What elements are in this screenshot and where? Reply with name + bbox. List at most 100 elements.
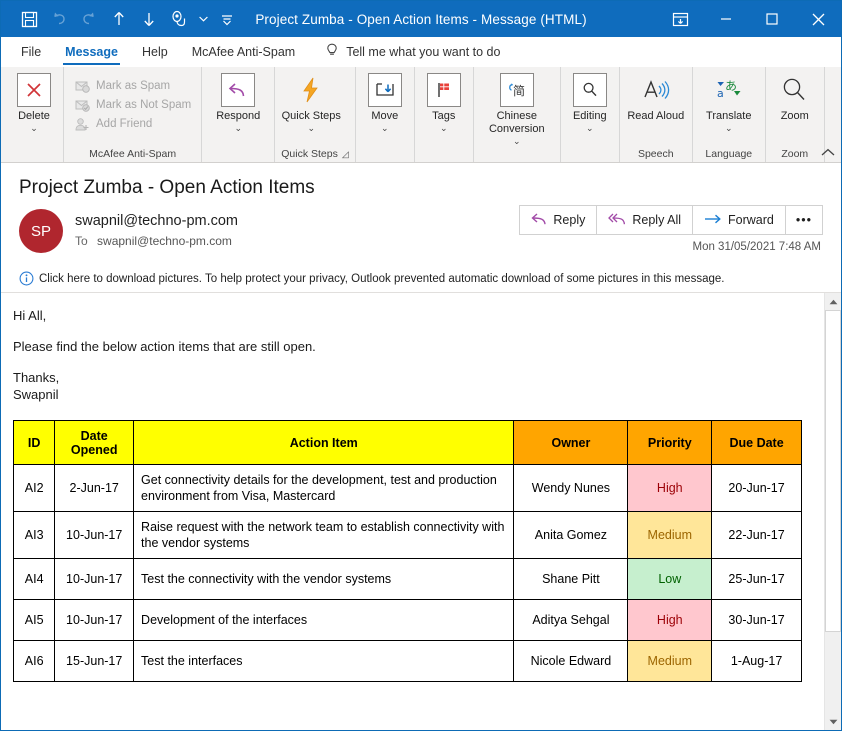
delete-chevron-down-icon[interactable]: ⌄ — [30, 123, 38, 133]
minimize-icon[interactable] — [703, 1, 749, 37]
ribbon-group-speech: Read Aloud Speech — [620, 67, 693, 162]
page-title: Project Zumba - Open Action Items — [19, 177, 823, 199]
recipient-email[interactable]: swapnil@techno-pm.com — [97, 234, 232, 248]
reply-all-button[interactable]: Reply All — [596, 205, 693, 235]
cell-due-date: 25-Jun-17 — [712, 559, 802, 600]
greeting-paragraph: Hi All, — [13, 307, 806, 324]
touch-mode-chevron-down-icon[interactable] — [195, 5, 211, 33]
tell-me-search[interactable]: Tell me what you want to do — [325, 43, 500, 62]
ribbon-group-label-move — [356, 146, 414, 162]
tab-help[interactable]: Help — [130, 41, 180, 64]
read-aloud-button[interactable]: Read Aloud — [620, 71, 692, 123]
ribbon-display-options-icon[interactable] — [657, 1, 703, 37]
tab-message[interactable]: Message — [53, 41, 130, 64]
chinese-conversion-button[interactable]: 简 Chinese Conversion ⌄ — [474, 71, 560, 146]
tags-button[interactable]: Tags ⌄ — [415, 71, 473, 133]
info-bar-text: Click here to download pictures. To help… — [39, 273, 724, 285]
intro-paragraph: Please find the below action items that … — [13, 338, 806, 355]
ribbon-group-editing: Editing ⌄ — [561, 67, 620, 162]
svg-text:简: 简 — [513, 84, 525, 98]
message-header: Project Zumba - Open Action Items SP swa… — [1, 163, 841, 253]
reply-button[interactable]: Reply — [519, 205, 597, 235]
column-header-due-date: Due Date — [712, 421, 802, 465]
maximize-icon[interactable] — [749, 1, 795, 37]
message-body: Hi All, Please find the below action ite… — [1, 293, 824, 730]
cell-action-item: Development of the interfaces — [134, 600, 514, 641]
quick-steps-chevron-down-icon[interactable]: ⌄ — [307, 123, 315, 133]
scrollbar-down-arrow-icon[interactable] — [825, 713, 841, 730]
move-chevron-down-icon[interactable]: ⌄ — [381, 123, 389, 133]
translate-chevron-down-icon[interactable]: ⌄ — [725, 123, 733, 133]
vertical-scrollbar[interactable] — [824, 293, 841, 730]
collapse-ribbon-icon[interactable] — [821, 146, 835, 160]
next-item-icon[interactable] — [135, 5, 163, 33]
cell-date-opened: 15-Jun-17 — [55, 641, 134, 682]
zoom-button[interactable]: Zoom — [766, 71, 824, 123]
sender-email[interactable]: swapnil@techno-pm.com — [75, 211, 238, 231]
customize-quick-access-toolbar-icon[interactable] — [213, 5, 241, 33]
cell-date-opened: 2-Jun-17 — [55, 465, 134, 512]
previous-item-icon[interactable] — [105, 5, 133, 33]
more-actions-button[interactable]: ••• — [785, 205, 823, 235]
column-header-date-opened: Date Opened — [55, 421, 134, 465]
flag-tag-icon — [427, 73, 461, 107]
tab-file[interactable]: File — [9, 41, 53, 64]
zoom-label: Zoom — [781, 110, 809, 123]
save-icon[interactable] — [15, 5, 43, 33]
table-row: AI615-Jun-17Test the interfacesNicole Ed… — [14, 641, 802, 682]
status-badge: High — [628, 465, 712, 512]
cell-action-item: Test the interfaces — [134, 641, 514, 682]
column-header-priority: Priority — [628, 421, 712, 465]
delete-label: Delete — [18, 110, 50, 123]
quick-steps-button[interactable]: Quick Steps ⌄ — [275, 71, 347, 133]
translate-label: Translate — [706, 110, 751, 123]
scrollbar-thumb[interactable] — [825, 310, 841, 632]
respond-reply-icon — [221, 73, 255, 107]
tab-mcafee-anti-spam[interactable]: McAfee Anti-Spam — [180, 41, 308, 64]
ribbon-group-label-respond — [202, 146, 274, 162]
delete-button[interactable]: Delete ⌄ — [5, 71, 63, 133]
forward-button[interactable]: Forward — [692, 205, 786, 235]
add-friend-button: Add Friend — [70, 115, 195, 133]
translate-button[interactable]: aあ Translate ⌄ — [693, 71, 765, 133]
cell-date-opened: 10-Jun-17 — [55, 600, 134, 641]
window-controls — [657, 1, 841, 37]
cell-due-date: 1-Aug-17 — [712, 641, 802, 682]
quick-steps-group-text: Quick Steps — [281, 146, 338, 162]
mark-as-spam-icon — [74, 78, 90, 94]
cell-due-date: 20-Jun-17 — [712, 465, 802, 512]
ribbon-group-tags: Tags ⌄ — [415, 67, 474, 162]
tags-chevron-down-icon[interactable]: ⌄ — [440, 123, 448, 133]
editing-button[interactable]: Editing ⌄ — [561, 71, 619, 133]
cell-owner: Shane Pitt — [514, 559, 628, 600]
touch-mouse-mode-icon[interactable] — [165, 5, 193, 33]
move-button[interactable]: Move ⌄ — [356, 71, 414, 133]
mark-as-spam-button: Mark as Spam — [70, 77, 195, 95]
avatar[interactable]: SP — [19, 209, 63, 253]
close-icon[interactable] — [795, 1, 841, 37]
mark-as-not-spam-button: Mark as Not Spam — [70, 96, 195, 114]
chinese-conversion-icon: 简 — [500, 73, 534, 107]
respond-button[interactable]: Respond ⌄ — [202, 71, 274, 133]
message-timestamp: Mon 31/05/2021 7:48 AM — [692, 241, 821, 253]
recipient-line: To swapnil@techno-pm.com — [75, 234, 238, 248]
scrollbar-track[interactable] — [825, 310, 841, 713]
download-pictures-info-bar[interactable]: Click here to download pictures. To help… — [1, 267, 841, 293]
ribbon-group-label-zoom: Zoom — [766, 146, 824, 162]
editing-chevron-down-icon[interactable]: ⌄ — [586, 123, 594, 133]
scrollbar-up-arrow-icon[interactable] — [825, 293, 841, 310]
quick-steps-dialog-launcher-icon[interactable]: ◿ — [342, 146, 349, 162]
ribbon-group-zoom: Zoom Zoom — [766, 67, 825, 162]
ribbon-group-language: aあ Translate ⌄ Language — [693, 67, 766, 162]
reply-all-label: Reply All — [632, 213, 681, 227]
forward-label: Forward — [728, 213, 774, 227]
editing-magnifier-icon — [573, 73, 607, 107]
add-friend-label: Add Friend — [96, 118, 152, 130]
cell-due-date: 22-Jun-17 — [712, 512, 802, 559]
respond-chevron-down-icon[interactable]: ⌄ — [234, 123, 242, 133]
table-row: AI310-Jun-17Raise request with the netwo… — [14, 512, 802, 559]
chinese-conversion-chevron-down-icon[interactable]: ⌄ — [513, 136, 521, 146]
move-label: Move — [371, 110, 398, 123]
ribbon-group-label-editing — [561, 146, 619, 162]
column-header-id: ID — [14, 421, 55, 465]
